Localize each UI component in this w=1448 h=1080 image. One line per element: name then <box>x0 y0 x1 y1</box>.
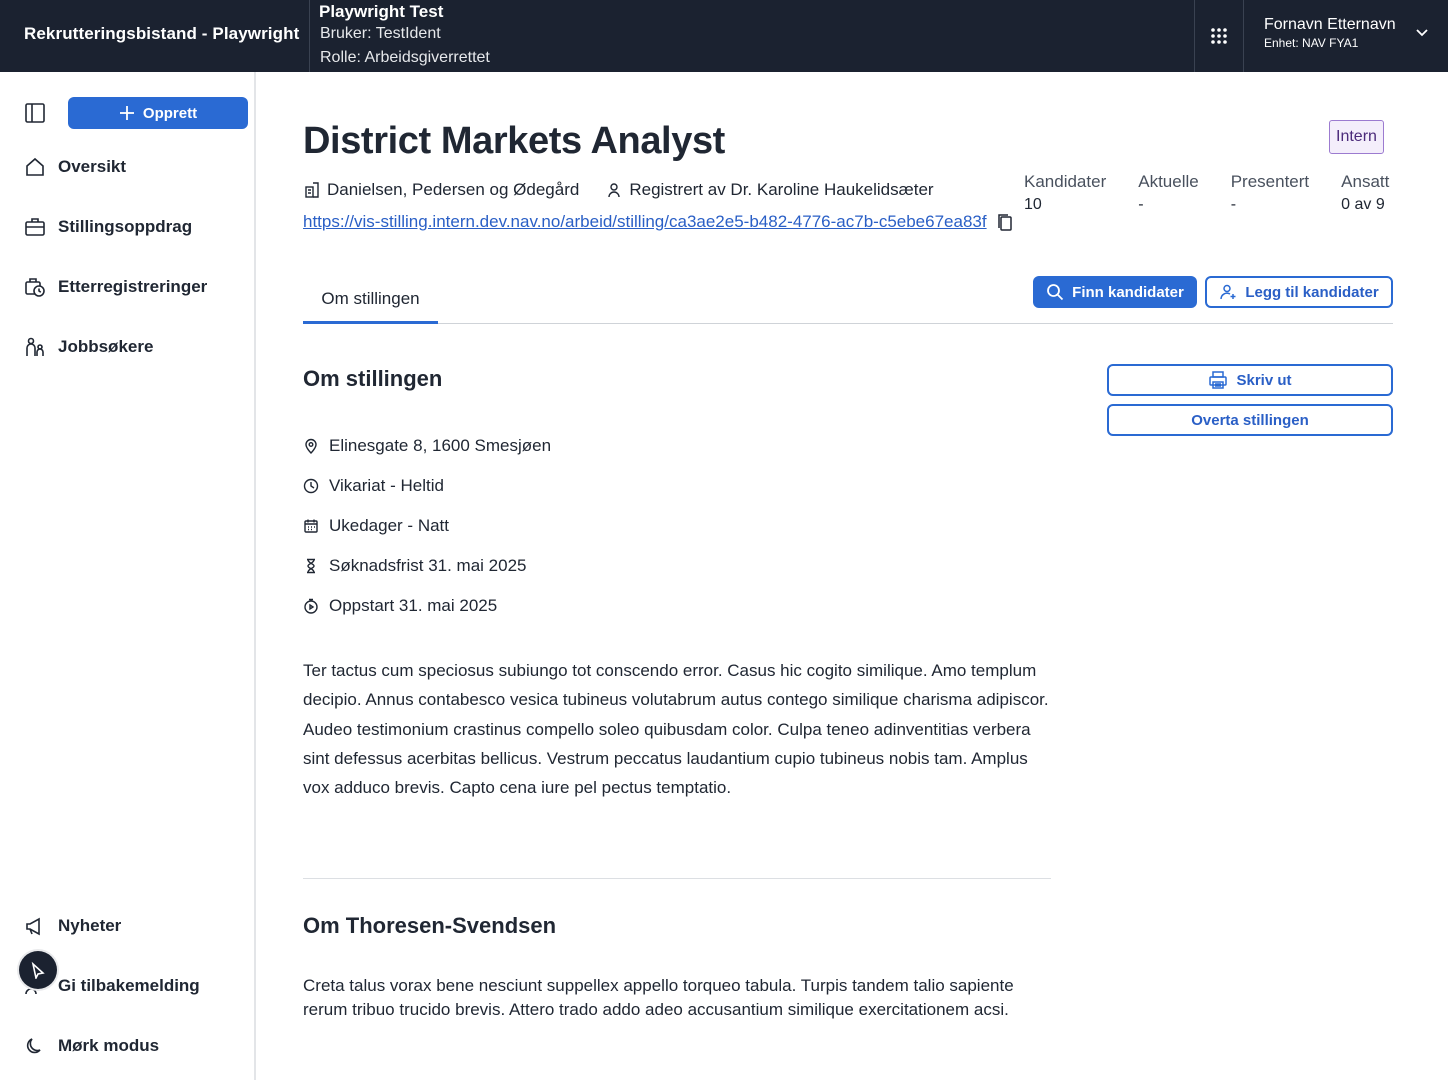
sidebar-item-nyheter[interactable]: Nyheter <box>24 915 121 937</box>
stat-value: 10 <box>1024 196 1042 213</box>
copy-link-button[interactable] <box>996 213 1014 238</box>
create-button-label: Opprett <box>142 104 198 122</box>
apps-menu-button[interactable] <box>1195 0 1244 72</box>
stat-aktuelle: Aktuelle - <box>1138 172 1198 214</box>
stat-label: Presentert <box>1230 172 1310 191</box>
print-button[interactable]: Skriv ut <box>1107 364 1393 396</box>
person-icon <box>608 183 621 198</box>
environment-user: Bruker: TestIdent <box>320 25 441 42</box>
page-title: District Markets Analyst <box>303 120 725 162</box>
detail-deadline: Søknadsfrist 31. mai 2025 <box>303 546 551 586</box>
sidebar: Opprett Oversikt Stillingsoppdrag Etterr… <box>0 72 256 1080</box>
person-plus-icon <box>1220 284 1236 300</box>
sidebar-item-label: Mørk modus <box>58 1036 160 1055</box>
sidebar-item-label: Etterregistreringer <box>58 277 208 296</box>
take-over-label: Overta stillingen <box>1191 411 1309 429</box>
user-unit: Enhet: NAV FYA1 <box>1264 36 1359 50</box>
clock-icon <box>303 478 319 494</box>
employer-name: Danielsen, Pedersen og Ødegård <box>327 180 580 199</box>
grid-icon <box>1211 28 1227 44</box>
stat-value: - <box>1138 196 1144 213</box>
top-bar: Rekrutteringsbistand - Playwright Playwr… <box>0 0 1448 72</box>
environment-info: Playwright Test Bruker: TestIdent Rolle:… <box>309 0 1195 72</box>
printer-icon <box>1209 371 1228 389</box>
environment-title: Playwright Test <box>319 2 444 21</box>
registered-by: Registrert av Dr. Karoline Haukelidsæter <box>629 180 934 199</box>
stat-label: Ansatt <box>1341 172 1390 191</box>
employer-description: Creta talus vorax bene nesciunt suppelle… <box>303 976 1014 1019</box>
create-button[interactable]: Opprett <box>68 97 248 129</box>
sidebar-item-label: Oversikt <box>58 157 127 176</box>
search-icon <box>1047 284 1064 301</box>
briefcase-icon <box>25 218 45 236</box>
sidebar-item-jobbsokere[interactable]: Jobbsøkere <box>24 336 153 358</box>
hourglass-icon <box>307 558 315 574</box>
people-icon <box>26 337 44 356</box>
location-pin-icon <box>305 438 317 454</box>
collapse-sidebar-button[interactable] <box>24 102 48 126</box>
stopwatch-icon <box>304 598 318 614</box>
user-menu[interactable]: Fornavn Etternavn Enhet: NAV FYA1 <box>1264 16 1434 50</box>
stat-kandidater: Kandidater 10 <box>1024 172 1106 214</box>
add-candidates-label: Legg til kandidater <box>1245 283 1379 301</box>
house-icon <box>26 157 44 176</box>
section-heading-about: Om stillingen <box>303 366 443 391</box>
detail-employment-type: Vikariat - Heltid <box>303 466 551 506</box>
section-divider <box>303 878 1051 879</box>
stat-ansatt: Ansatt 0 av 9 <box>1341 172 1389 214</box>
candidate-stats: Kandidater 10 Aktuelle - Presentert - An… <box>1024 172 1389 214</box>
detail-start: Oppstart 31. mai 2025 <box>303 586 551 626</box>
briefcase-clock-icon <box>25 278 45 297</box>
sidebar-item-stillingsoppdrag[interactable]: Stillingsoppdrag <box>24 216 192 238</box>
building-icon <box>305 182 319 198</box>
sidebar-toggle-icon <box>25 103 45 123</box>
detail-text: Oppstart 31. mai 2025 <box>329 596 498 615</box>
sidebar-item-label: Nyheter <box>58 916 122 935</box>
stat-value: 0 av 9 <box>1341 196 1385 213</box>
stat-label: Aktuelle <box>1138 172 1199 191</box>
add-candidates-button[interactable]: Legg til kandidater <box>1205 276 1393 308</box>
app-title[interactable]: Rekrutteringsbistand - Playwright <box>24 24 299 44</box>
dark-mode-toggle[interactable] <box>19 951 57 989</box>
detail-text: Vikariat - Heltid <box>329 476 444 495</box>
main-content: District Markets Analyst Intern Danielse… <box>258 72 1448 1080</box>
chevron-down-icon <box>1416 29 1428 37</box>
megaphone-icon <box>26 917 40 936</box>
sidebar-item-oversikt[interactable]: Oversikt <box>24 156 126 178</box>
sidebar-item-label: Gi tilbakemelding <box>58 976 200 995</box>
plus-icon <box>119 106 134 120</box>
take-over-button[interactable]: Overta stillingen <box>1107 404 1393 436</box>
detail-text: Ukedager - Natt <box>329 516 449 535</box>
sidebar-item-dark-mode[interactable]: Mørk modus <box>24 1035 159 1057</box>
sidebar-item-etterregistreringer[interactable]: Etterregistreringer <box>24 276 207 298</box>
status-badge: Intern <box>1329 120 1384 154</box>
copy-icon <box>998 214 1012 231</box>
stat-value: - <box>1230 196 1237 213</box>
detail-location: Elinesgate 8, 1600 Smesjøen <box>303 426 551 466</box>
tab-om-stillingen[interactable]: Om stillingen <box>303 276 438 324</box>
cursor-arrow-icon <box>31 961 45 979</box>
find-candidates-button[interactable]: Finn kandidater <box>1033 276 1197 308</box>
section-heading-employer: Om Thoresen-Svendsen <box>303 913 557 938</box>
detail-text: Elinesgate 8, 1600 Smesjøen <box>329 436 552 455</box>
detail-schedule: Ukedager - Natt <box>303 506 551 546</box>
moon-icon <box>26 1038 41 1054</box>
job-description: Ter tactus cum speciosus subiungo tot co… <box>303 661 1049 798</box>
stat-presentert: Presentert - <box>1231 172 1309 214</box>
stat-label: Kandidater <box>1024 172 1107 191</box>
find-candidates-label: Finn kandidater <box>1072 283 1184 301</box>
job-details: Elinesgate 8, 1600 Smesjøen Vikariat - H… <box>303 426 551 626</box>
user-name: Fornavn Etternavn <box>1264 16 1396 33</box>
environment-role: Rolle: Arbeidsgiverrettet <box>320 49 490 66</box>
calendar-icon <box>304 519 318 533</box>
job-meta: Danielsen, Pedersen og Ødegård Registrer… <box>303 180 934 200</box>
detail-text: Søknadsfrist 31. mai 2025 <box>329 556 527 575</box>
print-label: Skriv ut <box>1236 371 1292 389</box>
sidebar-item-label: Jobbsøkere <box>58 337 154 356</box>
sidebar-item-label: Stillingsoppdrag <box>58 217 193 236</box>
job-link[interactable]: https://vis-stilling.intern.dev.nav.no/a… <box>303 212 987 232</box>
